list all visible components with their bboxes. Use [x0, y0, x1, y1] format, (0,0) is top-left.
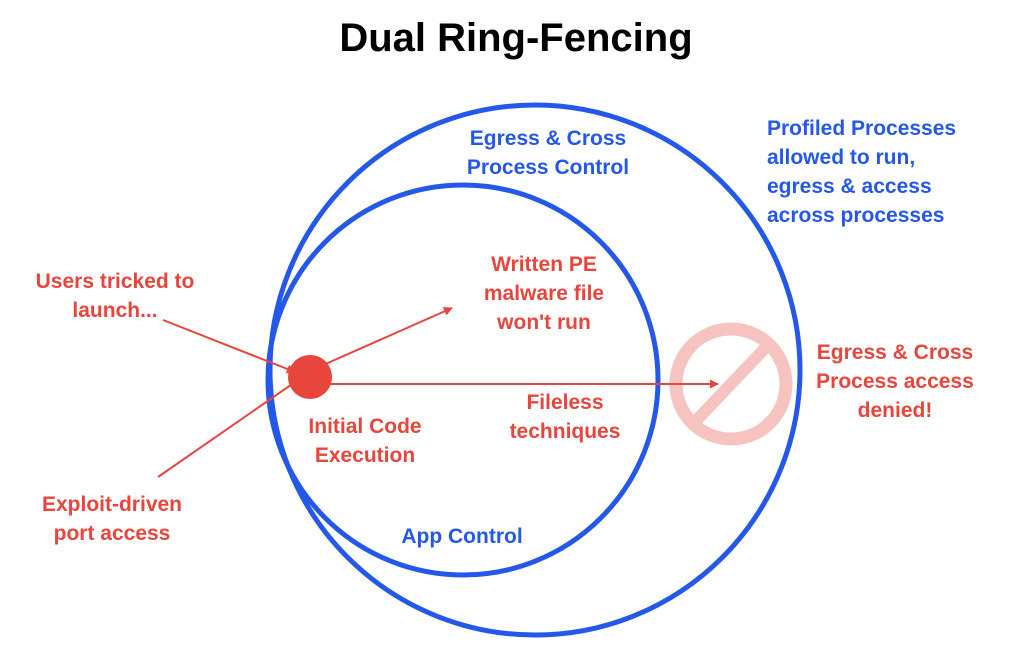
arrow-origin-to-written-pe: [311, 307, 453, 371]
profiled-processes-label: Profiled Processes allowed to run, egres…: [767, 117, 957, 227]
outer-ring-label: Egress & Cross Process Control: [466, 127, 630, 179]
exploit-label: Exploit-driven port access: [41, 493, 183, 545]
initial-code-execution-label: Initial Code Execution: [308, 415, 422, 467]
diagram-title: Dual Ring-Fencing: [339, 16, 693, 60]
diagram-canvas: Dual Ring-Fencing Egress & Cross Process…: [0, 0, 1032, 658]
denied-label: Egress & Cross Process access denied!: [816, 341, 974, 422]
fileless-label: Fileless techniques: [509, 391, 621, 443]
written-pe-label: Written PE malware file won't run: [483, 253, 605, 334]
initial-code-execution-dot: [288, 355, 332, 399]
inner-ring-label: App Control: [401, 525, 523, 548]
users-tricked-label: Users tricked to launch...: [35, 270, 195, 322]
outer-ring: [267, 102, 803, 638]
